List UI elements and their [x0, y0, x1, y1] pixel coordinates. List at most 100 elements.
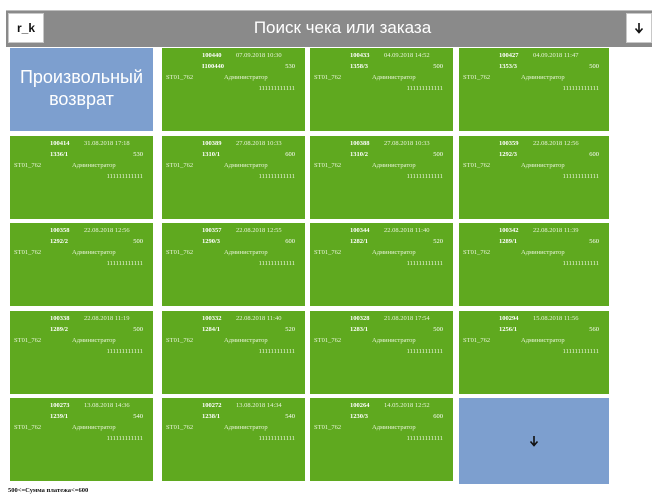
receipt-id: 100358 — [50, 227, 70, 234]
receipt-tile[interactable]: 100342 22.08.2018 11:39 1289/1 560 ST01_762 А… — [459, 223, 609, 306]
free-return-label-line2: возврат — [49, 89, 114, 109]
order-number: 1238/1 — [202, 413, 221, 420]
customer-code: 111111111111 — [258, 260, 295, 267]
receipt-date: 21.08.2018 17:54 — [384, 315, 430, 322]
customer-code: 111111111111 — [106, 435, 143, 442]
user-code: r_k — [16, 21, 36, 35]
receipt-tile[interactable]: 100433 04.09.2018 14:52 1358/3 500 ST01_762 А… — [310, 48, 453, 131]
order-number: 1256/1 — [499, 326, 518, 333]
receipt-tile[interactable]: 100272 13.08.2018 14:34 1238/1 540 ST01_762 А… — [162, 398, 305, 481]
receipt-amount: 530 — [133, 151, 143, 158]
receipt-tile[interactable]: 100273 13.08.2018 14:36 1239/1 540 ST01_762 А… — [10, 398, 153, 481]
cashier-name: Администратор — [521, 249, 565, 256]
customer-code: 111111111111 — [106, 348, 143, 355]
cashier-name: Администратор — [224, 249, 268, 256]
receipt-amount: 600 — [285, 151, 295, 158]
cashier-name: Администратор — [521, 337, 565, 344]
receipt-id: 100427 — [499, 52, 519, 59]
arrow-down-icon — [459, 398, 609, 484]
receipt-tile[interactable]: 100332 22.08.2018 11:40 1284/1 520 ST01_762 А… — [162, 311, 305, 394]
cashier-name: Администратор — [224, 424, 268, 431]
receipt-tile[interactable]: 100388 27.08.2018 10:33 1310/2 500 ST01_762 А… — [310, 136, 453, 219]
cashier-name: Администратор — [521, 162, 565, 169]
store-code: ST01_762 — [463, 74, 491, 81]
cashier-name: Администратор — [224, 337, 268, 344]
receipt-id: 100359 — [499, 140, 519, 147]
receipt-tile[interactable]: 100414 31.08.2018 17:18 1336/1 530 ST01_762 А… — [10, 136, 153, 219]
customer-code: 111111111111 — [406, 85, 443, 92]
receipt-amount: 500 — [433, 326, 443, 333]
cashier-name: Администратор — [372, 424, 416, 431]
cashier-name: Администратор — [372, 337, 416, 344]
receipt-tile[interactable]: 100338 22.08.2018 11:19 1289/2 500 ST01_762 А… — [10, 311, 153, 394]
order-number: 1239/1 — [50, 413, 69, 420]
receipt-id: 100273 — [50, 402, 70, 409]
receipt-date: 14.05.2018 12:52 — [384, 402, 430, 409]
store-code: ST01_762 — [463, 162, 491, 169]
receipt-id: 100332 — [202, 315, 222, 322]
receipt-tile[interactable]: 100328 21.08.2018 17:54 1283/1 500 ST01_762 А… — [310, 311, 453, 394]
store-code: ST01_762 — [14, 424, 42, 431]
order-number: 1283/1 — [350, 326, 369, 333]
receipt-date: 22.08.2018 12:55 — [236, 227, 282, 234]
scroll-down-button[interactable] — [626, 13, 652, 43]
receipt-date: 15.08.2018 11:56 — [533, 315, 579, 322]
receipt-tile[interactable]: 100357 22.08.2018 12:55 1290/3 600 ST01_762 А… — [162, 223, 305, 306]
store-code: ST01_762 — [463, 249, 491, 256]
receipt-amount: 540 — [285, 413, 295, 420]
store-code: ST01_762 — [314, 162, 342, 169]
receipt-id: 100414 — [50, 140, 70, 147]
store-code: ST01_762 — [166, 424, 194, 431]
receipt-amount: 500 — [433, 63, 443, 70]
receipt-tile[interactable]: 100440 07.09.2018 10:30 I100440 530 ST01_762… — [162, 48, 305, 131]
store-code: ST01_762 — [14, 337, 42, 344]
store-code: ST01_762 — [14, 249, 42, 256]
customer-code: 111111111111 — [258, 348, 295, 355]
store-code: ST01_762 — [166, 249, 194, 256]
cashier-name: Администратор — [224, 162, 268, 169]
store-code: ST01_762 — [166, 74, 194, 81]
receipt-date: 22.08.2018 11:40 — [236, 315, 282, 322]
receipt-tile[interactable]: 100344 22.08.2018 11:40 1282/1 520 ST01_762 А… — [310, 223, 453, 306]
receipt-amount: 540 — [133, 413, 143, 420]
receipt-id: 100433 — [350, 52, 370, 59]
receipt-amount: 520 — [285, 326, 295, 333]
receipt-tile[interactable]: 100264 14.05.2018 12:52 1230/3 600 ST01_762 А… — [310, 398, 453, 481]
order-number: 1353/3 — [499, 63, 518, 70]
cashier-name: Администратор — [224, 74, 268, 81]
receipt-tile[interactable]: 100358 22.08.2018 12:56 1292/2 500 ST01_762 А… — [10, 223, 153, 306]
receipt-id: 100389 — [202, 140, 222, 147]
free-return-button[interactable]: Произвольный возврат — [10, 48, 153, 131]
store-code: ST01_762 — [314, 337, 342, 344]
order-number: 1289/2 — [50, 326, 69, 333]
store-code: ST01_762 — [166, 162, 194, 169]
receipt-tile[interactable]: 100359 22.08.2018 12:56 1292/3 600 ST01_762 А… — [459, 136, 609, 219]
receipt-date: 31.08.2018 17:18 — [84, 140, 130, 147]
order-number: 1358/3 — [350, 63, 369, 70]
order-number: 1336/1 — [50, 151, 69, 158]
order-number: 1282/1 — [350, 238, 369, 245]
receipt-amount: 600 — [285, 238, 295, 245]
filter-status: 500<=Сумма платежа<=600 — [8, 487, 89, 494]
order-number: 1310/1 — [202, 151, 221, 158]
receipt-tile[interactable]: 100294 15.08.2018 11:56 1256/1 560 ST01_762 А… — [459, 311, 609, 394]
customer-code: 111111111111 — [562, 85, 599, 92]
customer-code: 111111111111 — [106, 260, 143, 267]
free-return-label-line1: Произвольный — [19, 67, 144, 87]
free-return-label: Произвольный возврат — [10, 66, 153, 110]
cashier-name: Администратор — [72, 162, 116, 169]
receipt-date: 22.08.2018 11:39 — [533, 227, 579, 234]
receipt-id: 100388 — [350, 140, 370, 147]
receipt-id: 100328 — [350, 315, 370, 322]
cashier-name: Администратор — [521, 74, 565, 81]
receipt-tile[interactable]: 100427 04.09.2018 11:47 1353/3 500 ST01_762 А… — [459, 48, 609, 131]
cashier-name: Администратор — [372, 249, 416, 256]
receipt-tile[interactable]: 100389 27.08.2018 10:33 1310/1 600 ST01_762 А… — [162, 136, 305, 219]
next-page-button[interactable] — [459, 398, 609, 484]
user-code-box[interactable]: r_k — [8, 13, 44, 43]
customer-code: 111111111111 — [562, 348, 599, 355]
receipt-id: 100272 — [202, 402, 222, 409]
receipt-amount: 560 — [589, 238, 599, 245]
receipt-amount: 520 — [433, 238, 443, 245]
receipt-amount: 500 — [589, 63, 599, 70]
